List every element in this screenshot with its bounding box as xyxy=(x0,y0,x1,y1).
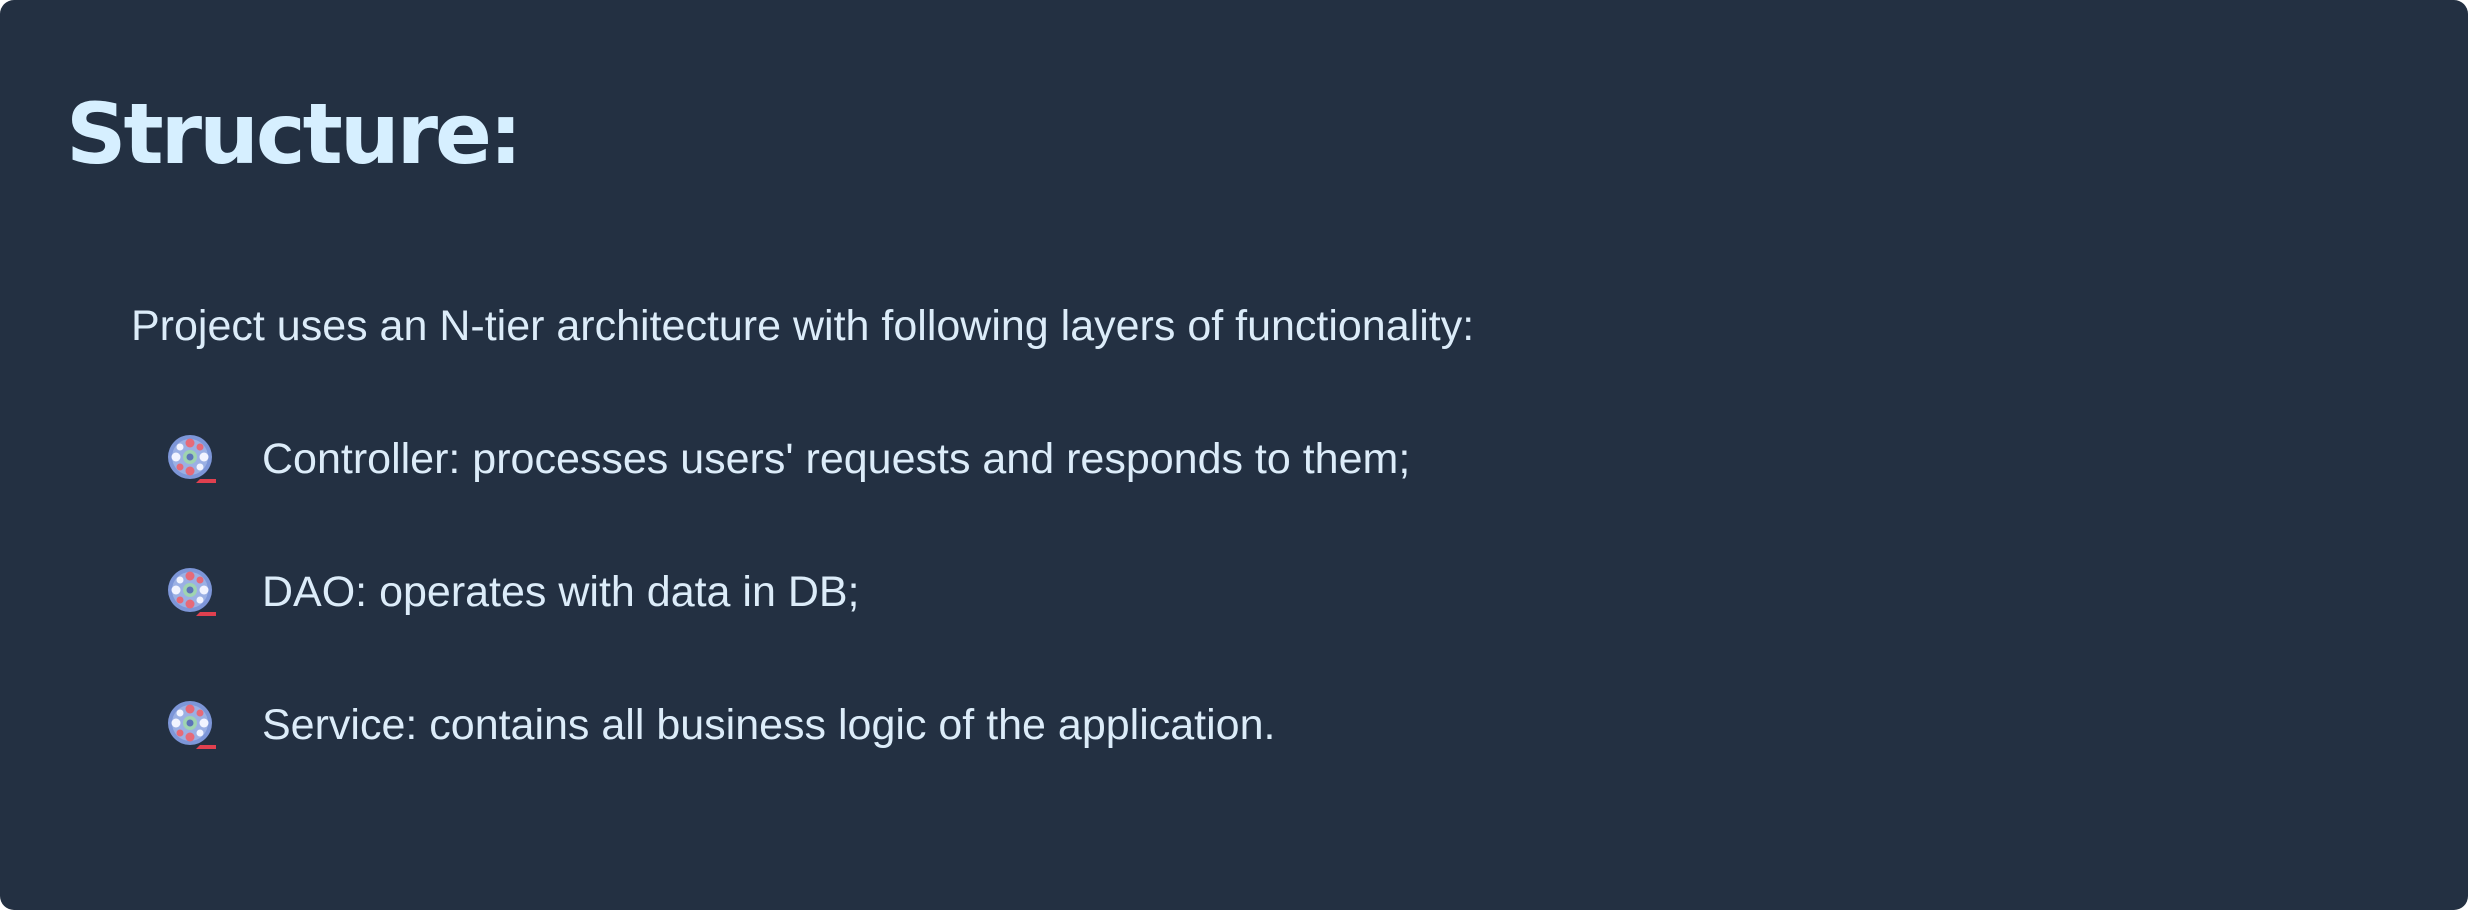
list-item: Controller: processes users' requests an… xyxy=(166,429,1766,489)
film-reel-icon xyxy=(168,568,216,616)
list-item-text: DAO: operates with data in DB; xyxy=(262,568,860,616)
list-item-text: Controller: processes users' requests an… xyxy=(262,435,1411,483)
film-reel-icon xyxy=(168,701,216,749)
intro-text: Project uses an N-tier architecture with… xyxy=(131,302,1475,350)
film-reel-icon xyxy=(168,435,216,483)
list-item-text: Service: contains all business logic of … xyxy=(262,701,1276,749)
list-item: DAO: operates with data in DB; xyxy=(166,562,1766,622)
list-item: Service: contains all business logic of … xyxy=(166,695,1766,755)
page-title: Structure: xyxy=(66,85,523,183)
slide-card: Structure: Project uses an N-tier archit… xyxy=(0,0,2468,910)
